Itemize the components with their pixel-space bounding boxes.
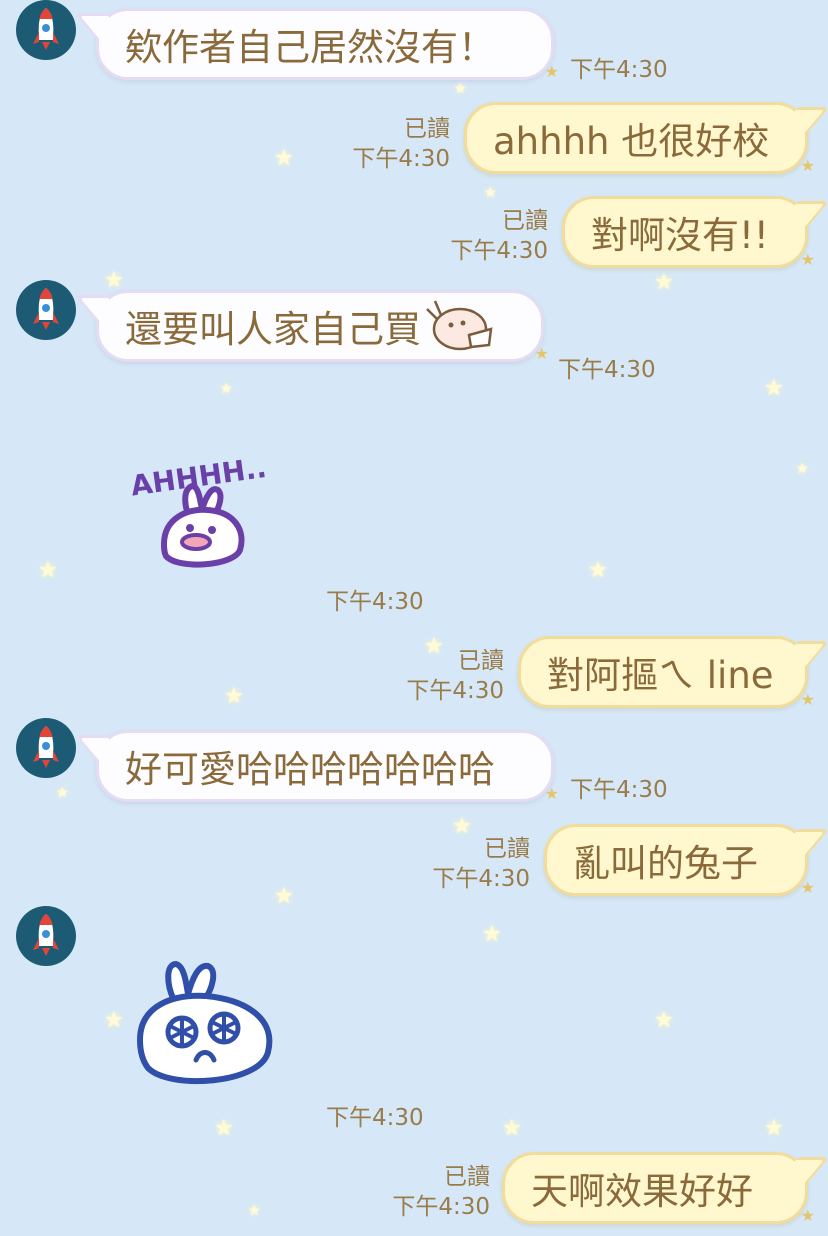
message-time: 下午4:30: [450, 238, 548, 264]
rocket-icon: [33, 288, 59, 330]
star-icon: ★: [800, 250, 815, 269]
message-text: ahhhh 也很好校: [493, 120, 770, 163]
star-icon: ★: [800, 878, 815, 897]
dizzy-rabbit-sticker[interactable]: [130, 960, 280, 1090]
message-meta: 已讀 下午4:30: [352, 114, 450, 174]
avatar[interactable]: [16, 0, 76, 60]
message-text: 好可愛哈哈哈哈哈哈哈: [125, 748, 495, 791]
message-meta: 已讀 下午4:30: [406, 646, 504, 706]
star-icon: ★: [764, 376, 784, 401]
message-bubble[interactable]: 好可愛哈哈哈哈哈哈哈 ★: [96, 730, 559, 803]
message-time: 下午4:30: [326, 589, 424, 615]
star-icon: ★: [654, 270, 674, 295]
star-icon: ★: [220, 381, 233, 397]
rocket-icon: [33, 914, 59, 956]
star-icon: ★: [800, 156, 815, 175]
star-icon: ★: [104, 1008, 124, 1033]
avatar[interactable]: [16, 906, 76, 966]
message-time: 下午4:30: [392, 1194, 490, 1220]
message-text: 對啊沒有!!: [591, 214, 769, 257]
star-icon: ★: [224, 684, 244, 709]
star-icon: ★: [482, 922, 502, 947]
message-meta: 已讀 下午4:30: [450, 206, 548, 266]
star-icon: ★: [274, 884, 294, 909]
avatar[interactable]: [16, 280, 76, 340]
read-receipt: 已讀: [484, 836, 530, 862]
star-icon: ★: [56, 785, 69, 801]
read-receipt: 已讀: [404, 116, 450, 142]
star-icon: ★: [274, 146, 294, 171]
star-icon: ★: [544, 784, 559, 803]
message-time: 下午4:30: [352, 146, 450, 172]
star-icon: ★: [104, 268, 124, 293]
message-bubble[interactable]: 對阿摳ㄟ line ★: [518, 636, 815, 709]
star-icon: ★: [796, 461, 809, 477]
message-time: 下午4:30: [570, 777, 668, 803]
message-bubble[interactable]: 欸作者自己居然沒有！ ★: [96, 8, 559, 81]
rocket-icon: [33, 726, 59, 768]
star-icon: ★: [588, 558, 608, 583]
message-text: 對阿摳ㄟ line: [547, 654, 774, 697]
star-icon: ★: [454, 81, 467, 97]
message-time: 下午4:30: [326, 1105, 424, 1131]
message-bubble[interactable]: 還要叫人家自己買 ★: [96, 290, 549, 363]
read-receipt: 已讀: [502, 208, 548, 234]
message-bubble[interactable]: 對啊沒有!! ★: [562, 196, 815, 269]
message-text: 天啊效果好好: [531, 1170, 753, 1213]
rocket-icon: [33, 8, 59, 50]
message-meta: 已讀 下午4:30: [392, 1162, 490, 1222]
message-bubble[interactable]: 亂叫的兔子 ★: [544, 824, 815, 897]
message-time: 下午4:30: [406, 678, 504, 704]
read-receipt: 已讀: [458, 648, 504, 674]
star-icon: ★: [214, 1116, 234, 1141]
emoji-icon: [426, 300, 493, 351]
message-bubble[interactable]: 天啊效果好好 ★: [502, 1152, 815, 1225]
star-icon: ★: [502, 1116, 522, 1141]
avatar[interactable]: [16, 718, 76, 778]
star-icon: ★: [764, 1116, 784, 1141]
star-icon: ★: [38, 558, 58, 583]
star-icon: ★: [534, 344, 549, 363]
message-bubble[interactable]: ahhhh 也很好校 ★: [464, 102, 815, 175]
star-icon: ★: [800, 690, 815, 709]
star-icon: ★: [800, 1206, 815, 1225]
message-meta: 已讀 下午4:30: [432, 834, 530, 894]
ahhhh-rabbit-sticker[interactable]: AHHHH..: [126, 446, 286, 576]
message-time: 下午4:30: [570, 57, 668, 83]
read-receipt: 已讀: [444, 1164, 490, 1190]
star-icon: ★: [484, 185, 497, 201]
star-icon: ★: [248, 1203, 261, 1219]
message-text: 欸作者自己居然沒有！: [125, 26, 495, 69]
message-time: 下午4:30: [558, 357, 656, 383]
message-time: 下午4:30: [432, 866, 530, 892]
star-icon: ★: [654, 1008, 674, 1033]
message-text: 亂叫的兔子: [573, 842, 758, 885]
message-text: 還要叫人家自己買: [125, 308, 421, 351]
star-icon: ★: [544, 62, 559, 81]
